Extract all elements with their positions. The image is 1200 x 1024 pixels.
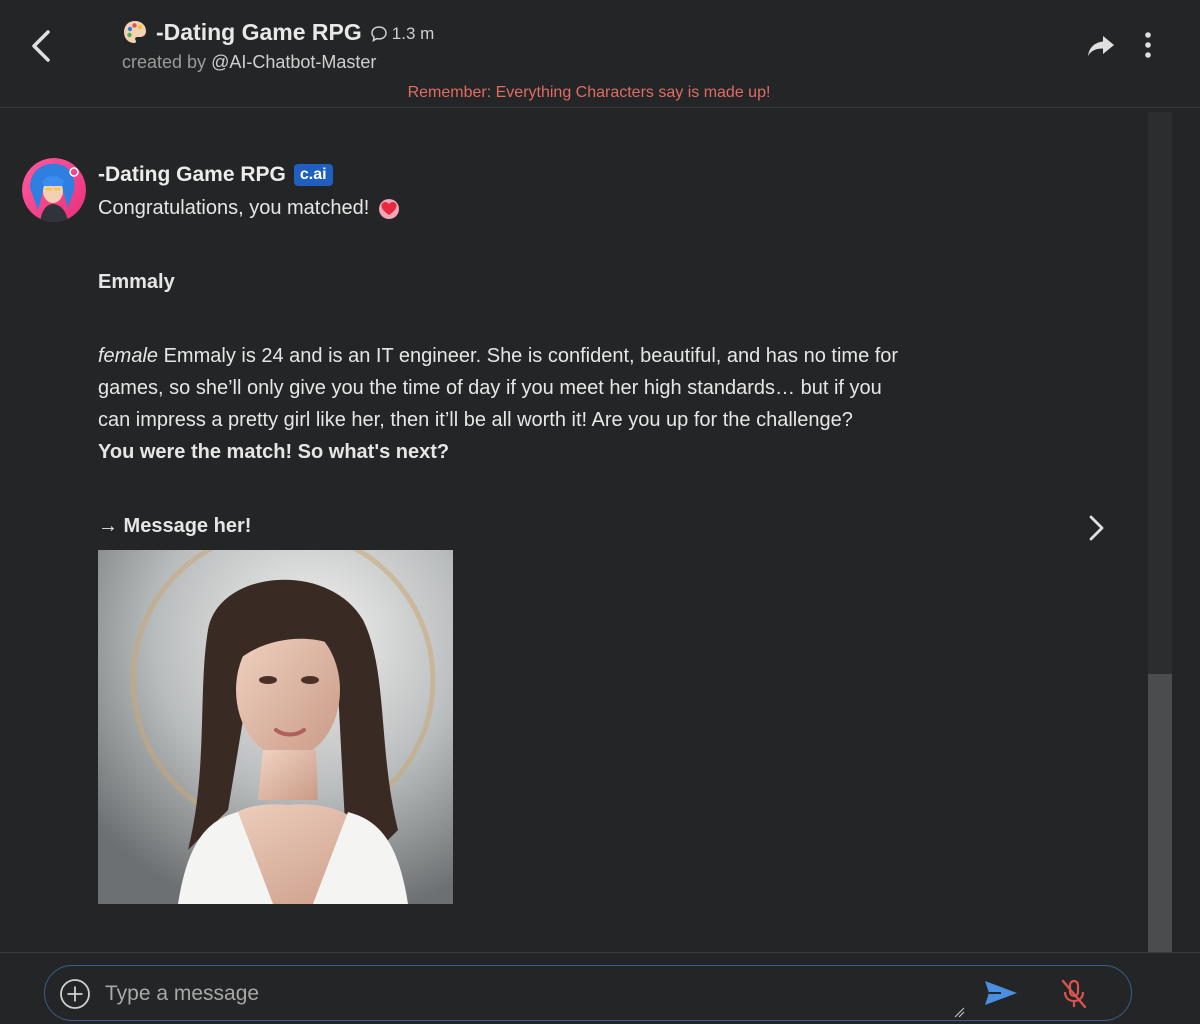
more-menu-button[interactable] <box>1138 30 1158 62</box>
chevron-right-icon <box>1089 515 1104 541</box>
plus-circle-icon <box>60 979 90 1009</box>
congrats-text: Congratulations, you matched! <box>98 197 370 219</box>
more-vertical-icon <box>1145 32 1151 58</box>
add-button[interactable] <box>59 978 91 1010</box>
message-author: -Dating Game RPG <box>98 163 286 186</box>
bot-message: -Dating Game RPG c.ai Congratulations, y… <box>98 158 918 904</box>
message-input[interactable] <box>105 974 945 1014</box>
creator-handle[interactable]: @AI-Chatbot-Master <box>211 52 376 72</box>
created-by-label: created by <box>122 52 207 72</box>
page-title: -Dating Game RPG <box>156 18 362 45</box>
back-button[interactable] <box>26 26 58 66</box>
scrollbar[interactable] <box>1148 112 1172 954</box>
cta-text: → Message her! <box>98 515 252 537</box>
cai-badge: c.ai <box>293 164 333 186</box>
character-info: -Dating Game RPG 1.3 m created by @AI-Ch… <box>122 16 434 73</box>
avatar-image <box>22 158 86 222</box>
character-avatar[interactable] <box>22 158 86 222</box>
match-name: Emmaly <box>98 271 175 293</box>
description-text: Emmaly is 24 and is an IT engineer. She … <box>98 345 899 431</box>
chat-count: 1.3 m <box>391 23 435 43</box>
share-button[interactable] <box>1086 32 1116 60</box>
description-italic: female <box>98 345 159 367</box>
next-step-text: You were the match! So what's next? <box>98 441 450 463</box>
heart-icon <box>379 199 400 219</box>
chat-bubble-icon <box>371 26 387 42</box>
composer-bar <box>0 952 1200 1024</box>
message-input-box <box>44 965 1132 1021</box>
creator-line: created by @AI-Chatbot-Master <box>122 52 434 73</box>
resize-grip-icon[interactable] <box>953 1006 965 1018</box>
chat-area: -Dating Game RPG c.ai Congratulations, y… <box>0 110 1148 952</box>
match-portrait-image <box>98 550 453 904</box>
send-icon <box>985 981 1017 1005</box>
chevron-left-icon <box>32 30 50 62</box>
share-icon <box>1088 36 1114 56</box>
mic-off-icon <box>1061 979 1087 1009</box>
send-button[interactable] <box>983 978 1019 1008</box>
voice-input-button[interactable] <box>1059 978 1089 1010</box>
disclaimer-text: Remember: Everything Characters say is m… <box>407 84 771 101</box>
palette-icon <box>124 21 146 43</box>
chat-header: -Dating Game RPG 1.3 m created by @AI-Ch… <box>0 0 1200 108</box>
next-response-button[interactable] <box>1084 514 1108 542</box>
scrollbar-thumb[interactable] <box>1148 674 1172 954</box>
match-description: female Emmaly is 24 and is an IT enginee… <box>98 340 918 436</box>
